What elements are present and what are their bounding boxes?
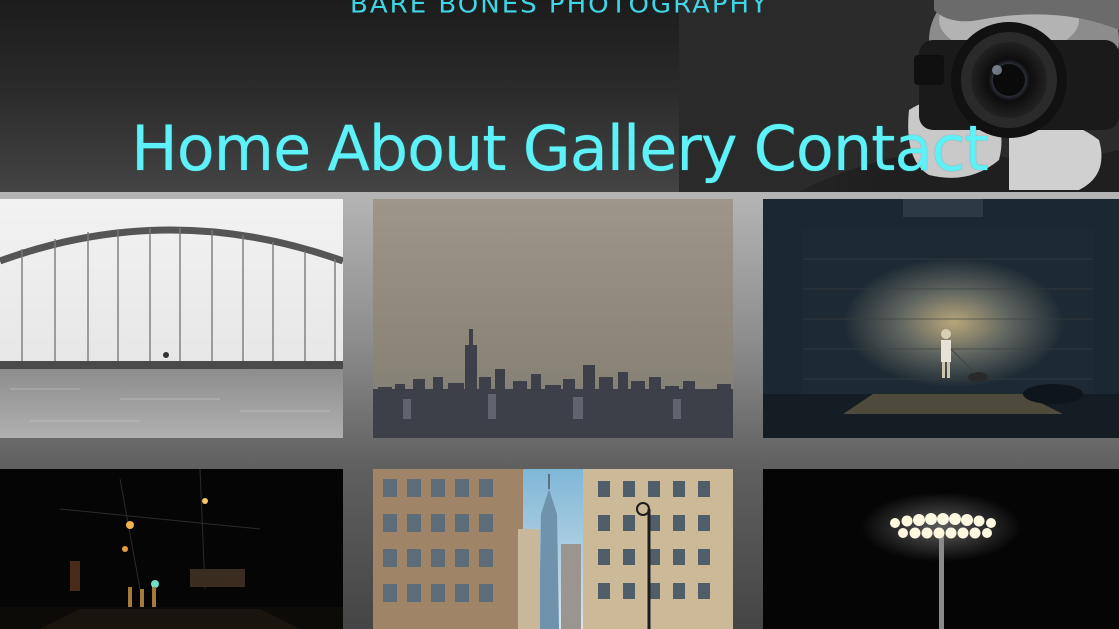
nav-contact-link[interactable]: Contact — [754, 112, 989, 185]
site-title: BARE BONES PHOTOGRAPHY — [350, 0, 769, 20]
gallery-tile-bridge[interactable] — [0, 199, 343, 438]
gallery-tile-dog-walker[interactable] — [763, 199, 1119, 438]
main-nav: Home About Gallery Contact — [0, 112, 1119, 185]
arch-bridge-photo — [0, 199, 343, 438]
stadium-light-photo — [763, 469, 1119, 629]
city-skyline-photo — [373, 199, 733, 438]
gallery-tile-stadium-light[interactable] — [763, 469, 1119, 629]
site-header: BARE BONES PHOTOGRAPHY Home About Galler… — [0, 0, 1119, 192]
gallery-tile-night-street[interactable] — [0, 469, 343, 629]
gallery-tile-skyline[interactable] — [373, 199, 733, 438]
gallery-tile-downtown[interactable] — [373, 469, 733, 629]
nav-gallery-link[interactable]: Gallery — [523, 112, 738, 185]
night-street-photo — [0, 469, 343, 629]
person-walking-dog-photo — [763, 199, 1119, 438]
page: BARE BONES PHOTOGRAPHY Home About Galler… — [0, 0, 1119, 629]
nav-about-link[interactable]: About — [327, 112, 506, 185]
nav-home-link[interactable]: Home — [131, 112, 311, 185]
downtown-buildings-photo — [373, 469, 733, 629]
